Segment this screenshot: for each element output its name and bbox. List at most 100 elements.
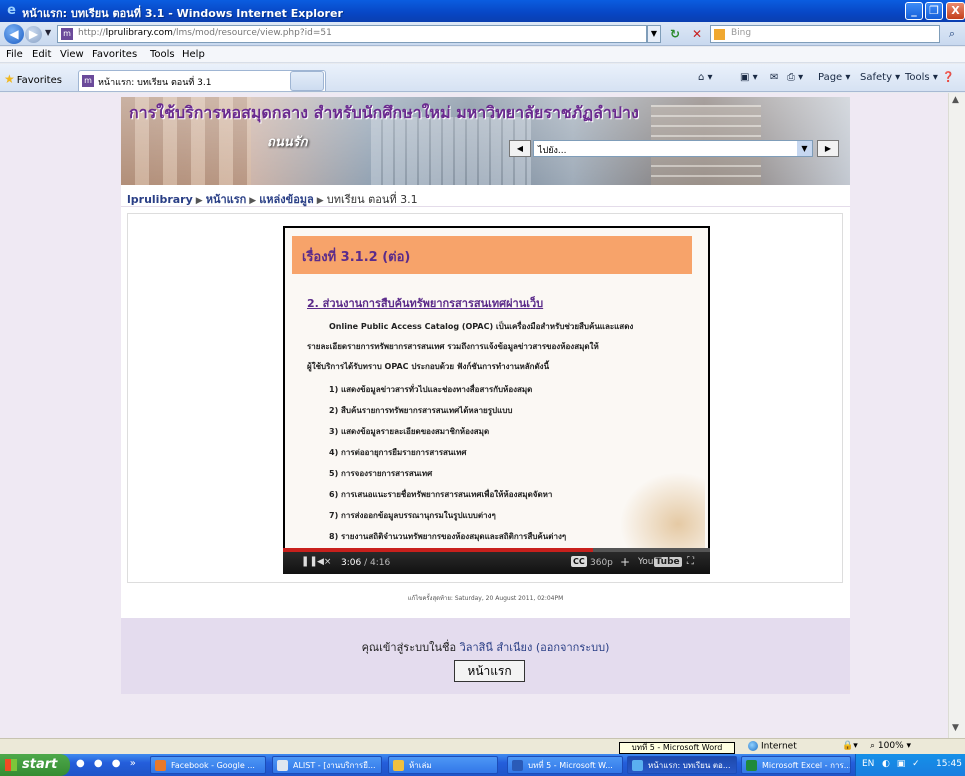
- menu-tools[interactable]: Tools: [150, 49, 175, 60]
- captions-button[interactable]: CC: [571, 556, 587, 567]
- page-footer: คุณเข้าสู่ระบบในชื่อ วิลาสินี สำเนียง (อ…: [121, 618, 850, 694]
- breadcrumb-separator-icon: ▶: [249, 196, 257, 206]
- video-time: 3:06 / 4:16: [341, 558, 390, 568]
- previous-activity-button[interactable]: ◀: [509, 140, 531, 157]
- video-player[interactable]: เรื่องที่ 3.1.2 (ต่อ) 2. ส่วนงานการสืบค้…: [283, 226, 710, 574]
- minimize-button[interactable]: _: [905, 2, 923, 20]
- app-icon: [277, 760, 288, 771]
- feeds-icon[interactable]: ▣ ▾: [740, 72, 758, 83]
- search-input[interactable]: Bing: [710, 25, 940, 43]
- vertical-scrollbar[interactable]: ▲ ▼: [948, 93, 965, 738]
- search-icon[interactable]: ⌕: [943, 25, 961, 43]
- breadcrumb-resources[interactable]: แหล่งข้อมูล: [259, 193, 314, 206]
- safety-menu[interactable]: Safety ▾: [860, 72, 900, 83]
- address-toolbar: ◀ ▶ ▼ m http://lprulibrary.com/lms/mod/r…: [0, 22, 965, 46]
- slide-list-item: 3) แสดงข้อมูลรายละเอียดของสมาชิกห้องสมุด: [329, 427, 490, 436]
- menu-help[interactable]: Help: [182, 49, 205, 60]
- home-icon[interactable]: ⌂ ▾: [698, 72, 713, 83]
- print-icon[interactable]: ⎙ ▾: [787, 72, 803, 83]
- clock: 15:45: [936, 759, 962, 769]
- tools-menu[interactable]: Tools ▾: [905, 72, 938, 83]
- slide-list-item: 4) การต่ออายุการยืมรายการสารสนเทศ: [329, 448, 467, 457]
- scroll-up-icon[interactable]: ▲: [952, 95, 959, 105]
- menu-edit[interactable]: Edit: [32, 49, 51, 60]
- volume-muted-icon[interactable]: ◀×: [317, 557, 331, 567]
- app-icon: [746, 760, 757, 771]
- tray-icons[interactable]: ◐ ▣ ✓: [882, 759, 922, 769]
- video-controls: ❚❚ ◀× 3:06 / 4:16 CC 360p + You Tube ⛶: [283, 552, 710, 574]
- address-dropdown-icon[interactable]: ▼: [647, 25, 661, 43]
- history-dropdown-icon[interactable]: ▼: [45, 28, 51, 37]
- pause-icon[interactable]: ❚❚: [301, 556, 318, 567]
- slide-list-item: 5) การจองรายการสารสนเทศ: [329, 469, 433, 478]
- taskbar-item-label: บทที่ 5 - Microsoft W...: [528, 761, 613, 770]
- protected-mode-icon[interactable]: 🔒▾: [842, 741, 858, 751]
- breadcrumb-site[interactable]: lprulibrary: [127, 193, 193, 206]
- refresh-icon[interactable]: ↻: [666, 25, 684, 43]
- taskbar-tooltip: บทที่ 5 - Microsoft Word: [619, 742, 735, 754]
- taskbar-item[interactable]: Facebook - Google ...: [150, 756, 266, 774]
- menu-favorites[interactable]: Favorites: [92, 49, 137, 60]
- menu-bar: File Edit View Favorites Tools Help: [0, 47, 965, 63]
- page-menu[interactable]: Page ▾: [818, 72, 850, 83]
- address-bar[interactable]: m http://lprulibrary.com/lms/mod/resourc…: [57, 25, 647, 43]
- taskbar-item-label: Microsoft Excel - การ...: [762, 761, 851, 770]
- address-url[interactable]: http://lprulibrary.com/lms/mod/resource/…: [78, 28, 332, 38]
- jump-to-value: ไปยัง...: [538, 146, 567, 156]
- jump-to-select[interactable]: ไปยัง... ▼: [533, 140, 813, 157]
- user-link[interactable]: วิลาสินี สำเนียง: [460, 641, 533, 654]
- taskbar-item-label: ห้าเล่ม: [409, 761, 432, 770]
- page-viewport: การใช้บริการหอสมุดกลาง สำหรับนักศึกษาใหม…: [0, 93, 948, 738]
- zoom-level[interactable]: ⌕ 100% ▾: [870, 741, 911, 751]
- close-button[interactable]: X: [946, 2, 965, 20]
- menu-file[interactable]: File: [6, 49, 23, 60]
- slide-list-item: 8) รายงานสถิติจำนวนทรัพยากรของห้องสมุดแล…: [329, 532, 567, 541]
- taskbar-item[interactable]: ห้าเล่ม: [388, 756, 498, 774]
- tab-active[interactable]: m หน้าแรก: บทเรียน ตอนที่ 3.1: [78, 70, 326, 91]
- site-title: การใช้บริการหอสมุดกลาง สำหรับนักศึกษาใหม…: [129, 103, 639, 122]
- breadcrumb-home[interactable]: หน้าแรก: [206, 193, 247, 206]
- status-bar: Internet 🔒▾ ⌕ 100% ▾: [0, 738, 965, 754]
- navigation-bar: lprulibrary ▶ หน้าแรก ▶ แหล่งข้อมูล ▶ บทเรียน …: [121, 185, 850, 207]
- page-background: การใช้บริการหอสมุดกลาง สำหรับนักศึกษาใหม…: [0, 93, 948, 738]
- slide-paragraph-line: รายละเอียดรายการทรัพยากรสารสนเทศ รวมถึงก…: [307, 342, 599, 351]
- favorites-button[interactable]: ★ Favorites: [4, 72, 62, 86]
- new-tab-button[interactable]: [290, 71, 324, 91]
- menu-view[interactable]: View: [60, 49, 84, 60]
- taskbar-item[interactable]: บทที่ 5 - Microsoft W...: [507, 756, 623, 774]
- app-icon: [632, 760, 643, 771]
- tab-favicon-icon: m: [82, 75, 94, 87]
- window-titlebar: e หน้าแรก: บทเรียน ตอนที่ 3.1 - Windows …: [0, 0, 965, 22]
- stop-icon[interactable]: ✕: [688, 25, 706, 43]
- taskbar-item[interactable]: หน้าแรก: บทเรียน ตอ...: [627, 756, 737, 774]
- taskbar-item[interactable]: ALIST - [งานบริการยื...: [272, 756, 382, 774]
- next-activity-button[interactable]: ▶: [817, 140, 839, 157]
- language-indicator[interactable]: EN: [862, 759, 874, 769]
- logout-link[interactable]: (ออกจากระบบ): [536, 641, 610, 654]
- youtube-logo[interactable]: You Tube: [638, 557, 682, 567]
- tab-label: หน้าแรก: บทเรียน ตอนที่ 3.1: [98, 78, 212, 88]
- slide-paragraph-line: Online Public Access Catalog (OPAC) เป็น…: [329, 322, 634, 331]
- taskbar-item[interactable]: Microsoft Excel - การ...: [741, 756, 851, 774]
- taskbar-item-label: ALIST - [งานบริการยื...: [293, 761, 376, 770]
- site-banner: การใช้บริการหอสมุดกลาง สำหรับนักศึกษาใหม…: [121, 97, 850, 185]
- favorites-star-icon: ★: [4, 72, 15, 86]
- home-button[interactable]: หน้าแรก: [454, 660, 525, 682]
- slide-list-item: 2) สืบค้นรายการทรัพยากรสารสนเทศได้หลายรู…: [329, 406, 513, 415]
- mail-icon[interactable]: ✉: [770, 72, 778, 83]
- help-icon[interactable]: ❓: [942, 72, 954, 83]
- video-frame-slide: เรื่องที่ 3.1.2 (ต่อ) 2. ส่วนงานการสืบค้…: [285, 228, 708, 548]
- system-tray: EN ◐ ▣ ✓ 15:45: [855, 754, 965, 776]
- chevron-down-icon[interactable]: ▼: [797, 141, 812, 156]
- start-button[interactable]: start: [0, 754, 70, 776]
- fullscreen-icon[interactable]: ⛶: [687, 556, 694, 567]
- quality-button[interactable]: 360p: [590, 558, 613, 568]
- windows-flag-icon: [5, 759, 17, 771]
- back-button[interactable]: ◀: [4, 24, 24, 44]
- bing-icon: [714, 29, 725, 40]
- maximize-button[interactable]: ❐: [925, 2, 943, 20]
- scroll-down-icon[interactable]: ▼: [952, 723, 959, 733]
- quick-launch[interactable]: ● ● ● »: [76, 758, 139, 769]
- plus-icon[interactable]: +: [620, 555, 630, 569]
- forward-button[interactable]: ▶: [25, 26, 42, 43]
